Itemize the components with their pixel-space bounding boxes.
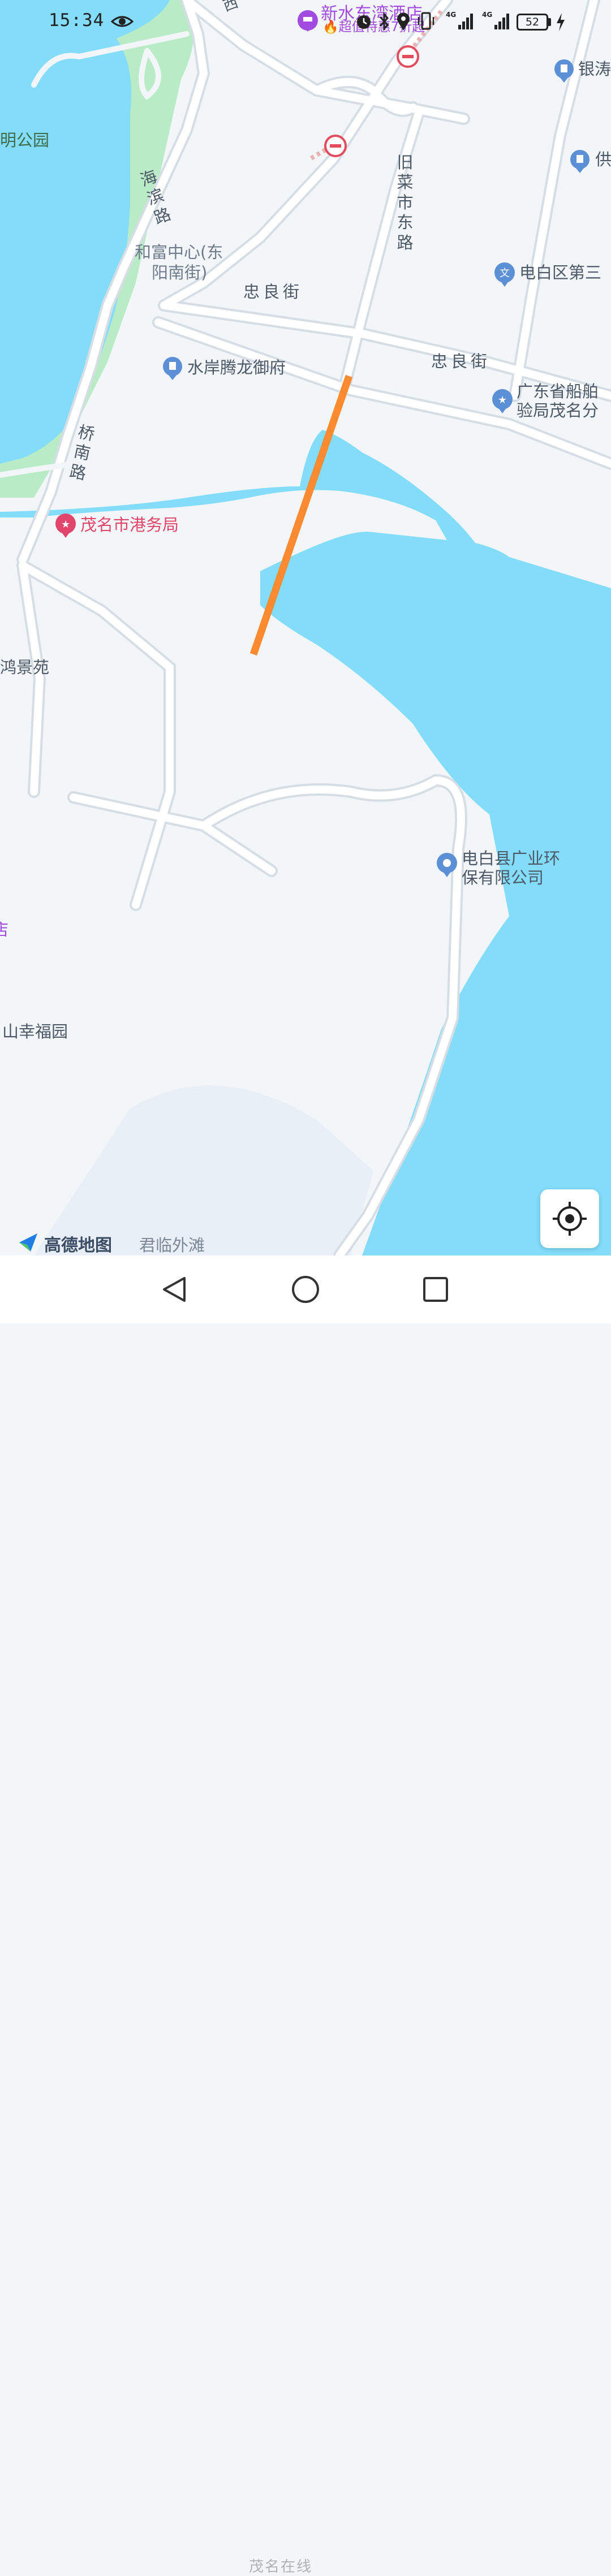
back-icon[interactable] — [141, 1255, 209, 1323]
poi-label-hefu-2[interactable]: 阳南街) — [152, 262, 207, 283]
signal-4g-icon: 4G — [482, 11, 509, 29]
battery-level: 52 — [517, 14, 548, 31]
alarm-icon — [357, 15, 371, 29]
battery-cap — [548, 18, 551, 26]
back-button[interactable] — [141, 1255, 209, 1323]
svg-text:★: ★ — [498, 394, 507, 406]
status-time: 15:34 — [49, 10, 105, 31]
svg-text:文: 文 — [500, 267, 510, 279]
bluetooth-icon — [379, 11, 389, 32]
navigation-bar: 茂名在线 — [0, 1255, 611, 2575]
poi-label-gong[interactable]: 供 — [595, 149, 611, 170]
poi-label-yintao[interactable]: 银涛 — [578, 59, 611, 79]
poi-label-guangye-1[interactable]: 电白县广业环 — [462, 848, 560, 869]
home-button[interactable] — [272, 1255, 339, 1323]
poi-label-xingfu[interactable]: 山幸福园 — [2, 1021, 68, 1042]
poi-label-hongjing[interactable]: 鸿景苑 — [0, 657, 49, 678]
park-label[interactable]: 明公园 — [0, 130, 49, 150]
status-bar: 15:34 4G 4G 52 — [0, 0, 611, 45]
poi-label-port-bureau[interactable]: 茂名市港务局 — [80, 515, 179, 535]
no-entry-icon[interactable] — [397, 45, 419, 68]
home-icon[interactable] — [272, 1255, 339, 1323]
locate-crosshair-icon[interactable] — [540, 1189, 599, 1248]
svg-text:4G: 4G — [446, 11, 456, 19]
recents-icon[interactable] — [402, 1255, 470, 1323]
location-icon — [397, 12, 410, 31]
zhongliang-street-label-2: 忠良街 — [431, 352, 491, 371]
watermark: 茂名在线 — [249, 2558, 313, 2575]
poi-label-edge[interactable]: 店 — [0, 920, 8, 940]
poi-label-chuanbo-2[interactable]: 验局茂名分 — [517, 400, 599, 421]
signal-4g-icon: 4G — [446, 11, 473, 29]
map-view[interactable]: 文 ★ ★ 新水东湾酒店 🔥超值特惠7折起 西 银涛 供 明公园 海滨路 旧菜市… — [0, 0, 611, 1262]
poi-label-chuanbo-1[interactable]: 广东省船舶 — [517, 381, 599, 402]
poi-label-junlin[interactable]: 君临外滩 — [139, 1235, 205, 1255]
amap-logo-icon — [19, 1233, 37, 1252]
eye-icon — [111, 16, 134, 27]
svg-text:4G: 4G — [482, 11, 492, 19]
jiucai-road-label: 旧菜市东路 — [397, 153, 414, 252]
vibrate-icon — [418, 12, 434, 30]
poi-label-guangye-2[interactable]: 保有限公司 — [462, 868, 544, 888]
recents-button[interactable] — [402, 1255, 470, 1323]
zhongliang-street-label: 忠良街 — [243, 282, 303, 301]
amap-logo-text: 高德地图 — [44, 1236, 112, 1255]
locate-button[interactable] — [540, 1189, 599, 1248]
poi-label-dianbai-school[interactable]: 电白区第三 — [519, 262, 601, 283]
poi-label-shuian[interactable]: 水岸腾龙御府 — [187, 357, 286, 378]
svg-text:★: ★ — [61, 519, 70, 530]
poi-label-hefu-1[interactable]: 和富中心(东 — [135, 242, 223, 262]
charging-icon — [557, 13, 565, 31]
no-entry-icon[interactable] — [324, 135, 347, 157]
map-canvas[interactable]: 文 ★ ★ — [0, 0, 611, 1262]
